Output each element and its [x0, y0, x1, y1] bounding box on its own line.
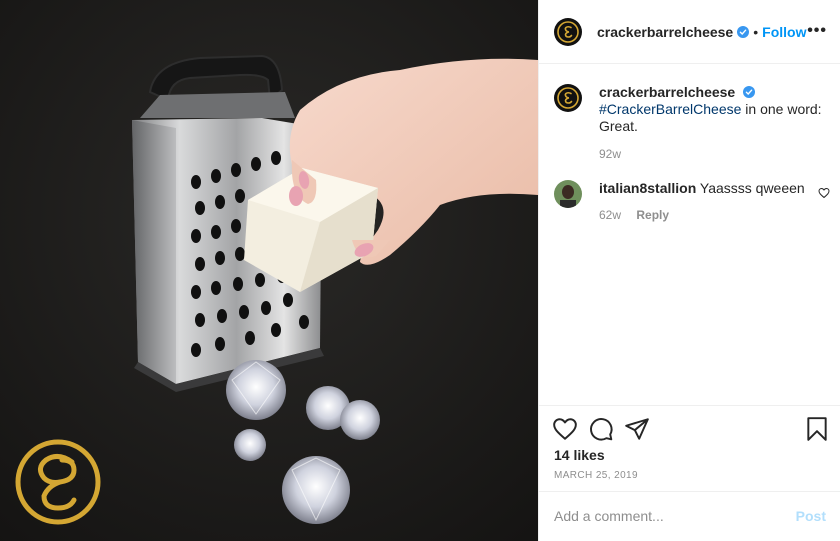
user-photo-icon	[554, 180, 582, 208]
heart-icon[interactable]	[552, 416, 578, 442]
follow-button[interactable]: Follow	[762, 24, 806, 40]
post-image[interactable]	[0, 0, 538, 541]
add-comment-bar: Post	[539, 491, 840, 541]
post-caption: crackerbarrelcheese #CrackerBarrelCheese…	[554, 84, 829, 163]
reply-button[interactable]: Reply	[636, 208, 669, 222]
caption-avatar[interactable]	[554, 84, 582, 112]
comment-icon[interactable]	[588, 416, 614, 442]
post-photo	[0, 0, 538, 541]
comment-input[interactable]	[554, 506, 774, 526]
brand-avatar-icon	[557, 20, 579, 43]
like-comment-heart-icon[interactable]	[818, 187, 830, 199]
more-options-icon[interactable]: •••	[807, 22, 827, 40]
caption-hashtag[interactable]: #CrackerBarrelCheese	[599, 101, 741, 117]
share-icon[interactable]	[624, 416, 650, 442]
comment-username[interactable]: italian8stallion	[599, 180, 696, 196]
comment-item: italian8stallion Yaassss qweeen	[554, 180, 829, 208]
comment-time[interactable]: 62w	[599, 208, 621, 222]
verified-badge-icon	[743, 86, 756, 98]
caption-username[interactable]: crackerbarrelcheese	[599, 84, 735, 100]
avatar[interactable]	[554, 17, 582, 46]
likes-count[interactable]: 14 likes	[554, 447, 605, 463]
header-username[interactable]: crackerbarrelcheese	[597, 24, 733, 40]
verified-badge-icon	[737, 25, 750, 38]
caption-time[interactable]: 92w	[599, 146, 829, 163]
post-details-panel: crackerbarrelcheese • Follow ••• cracker…	[538, 0, 840, 541]
brand-avatar-icon	[557, 87, 579, 109]
comment-meta: 62w Reply	[599, 208, 669, 222]
separator-dot: •	[753, 23, 759, 40]
commenter-avatar[interactable]	[554, 180, 582, 208]
bookmark-icon[interactable]	[804, 416, 830, 442]
comment-text: Yaassss qweeen	[699, 180, 805, 196]
caption-text-block: crackerbarrelcheese #CrackerBarrelCheese…	[599, 84, 829, 163]
post-header: crackerbarrelcheese • Follow •••	[539, 0, 840, 64]
post-date[interactable]: MARCH 25, 2019	[554, 470, 638, 481]
post-comment-button[interactable]: Post	[796, 508, 826, 524]
instagram-post-view: crackerbarrelcheese • Follow ••• cracker…	[0, 0, 840, 541]
post-actions: 14 likes MARCH 25, 2019	[539, 405, 840, 491]
